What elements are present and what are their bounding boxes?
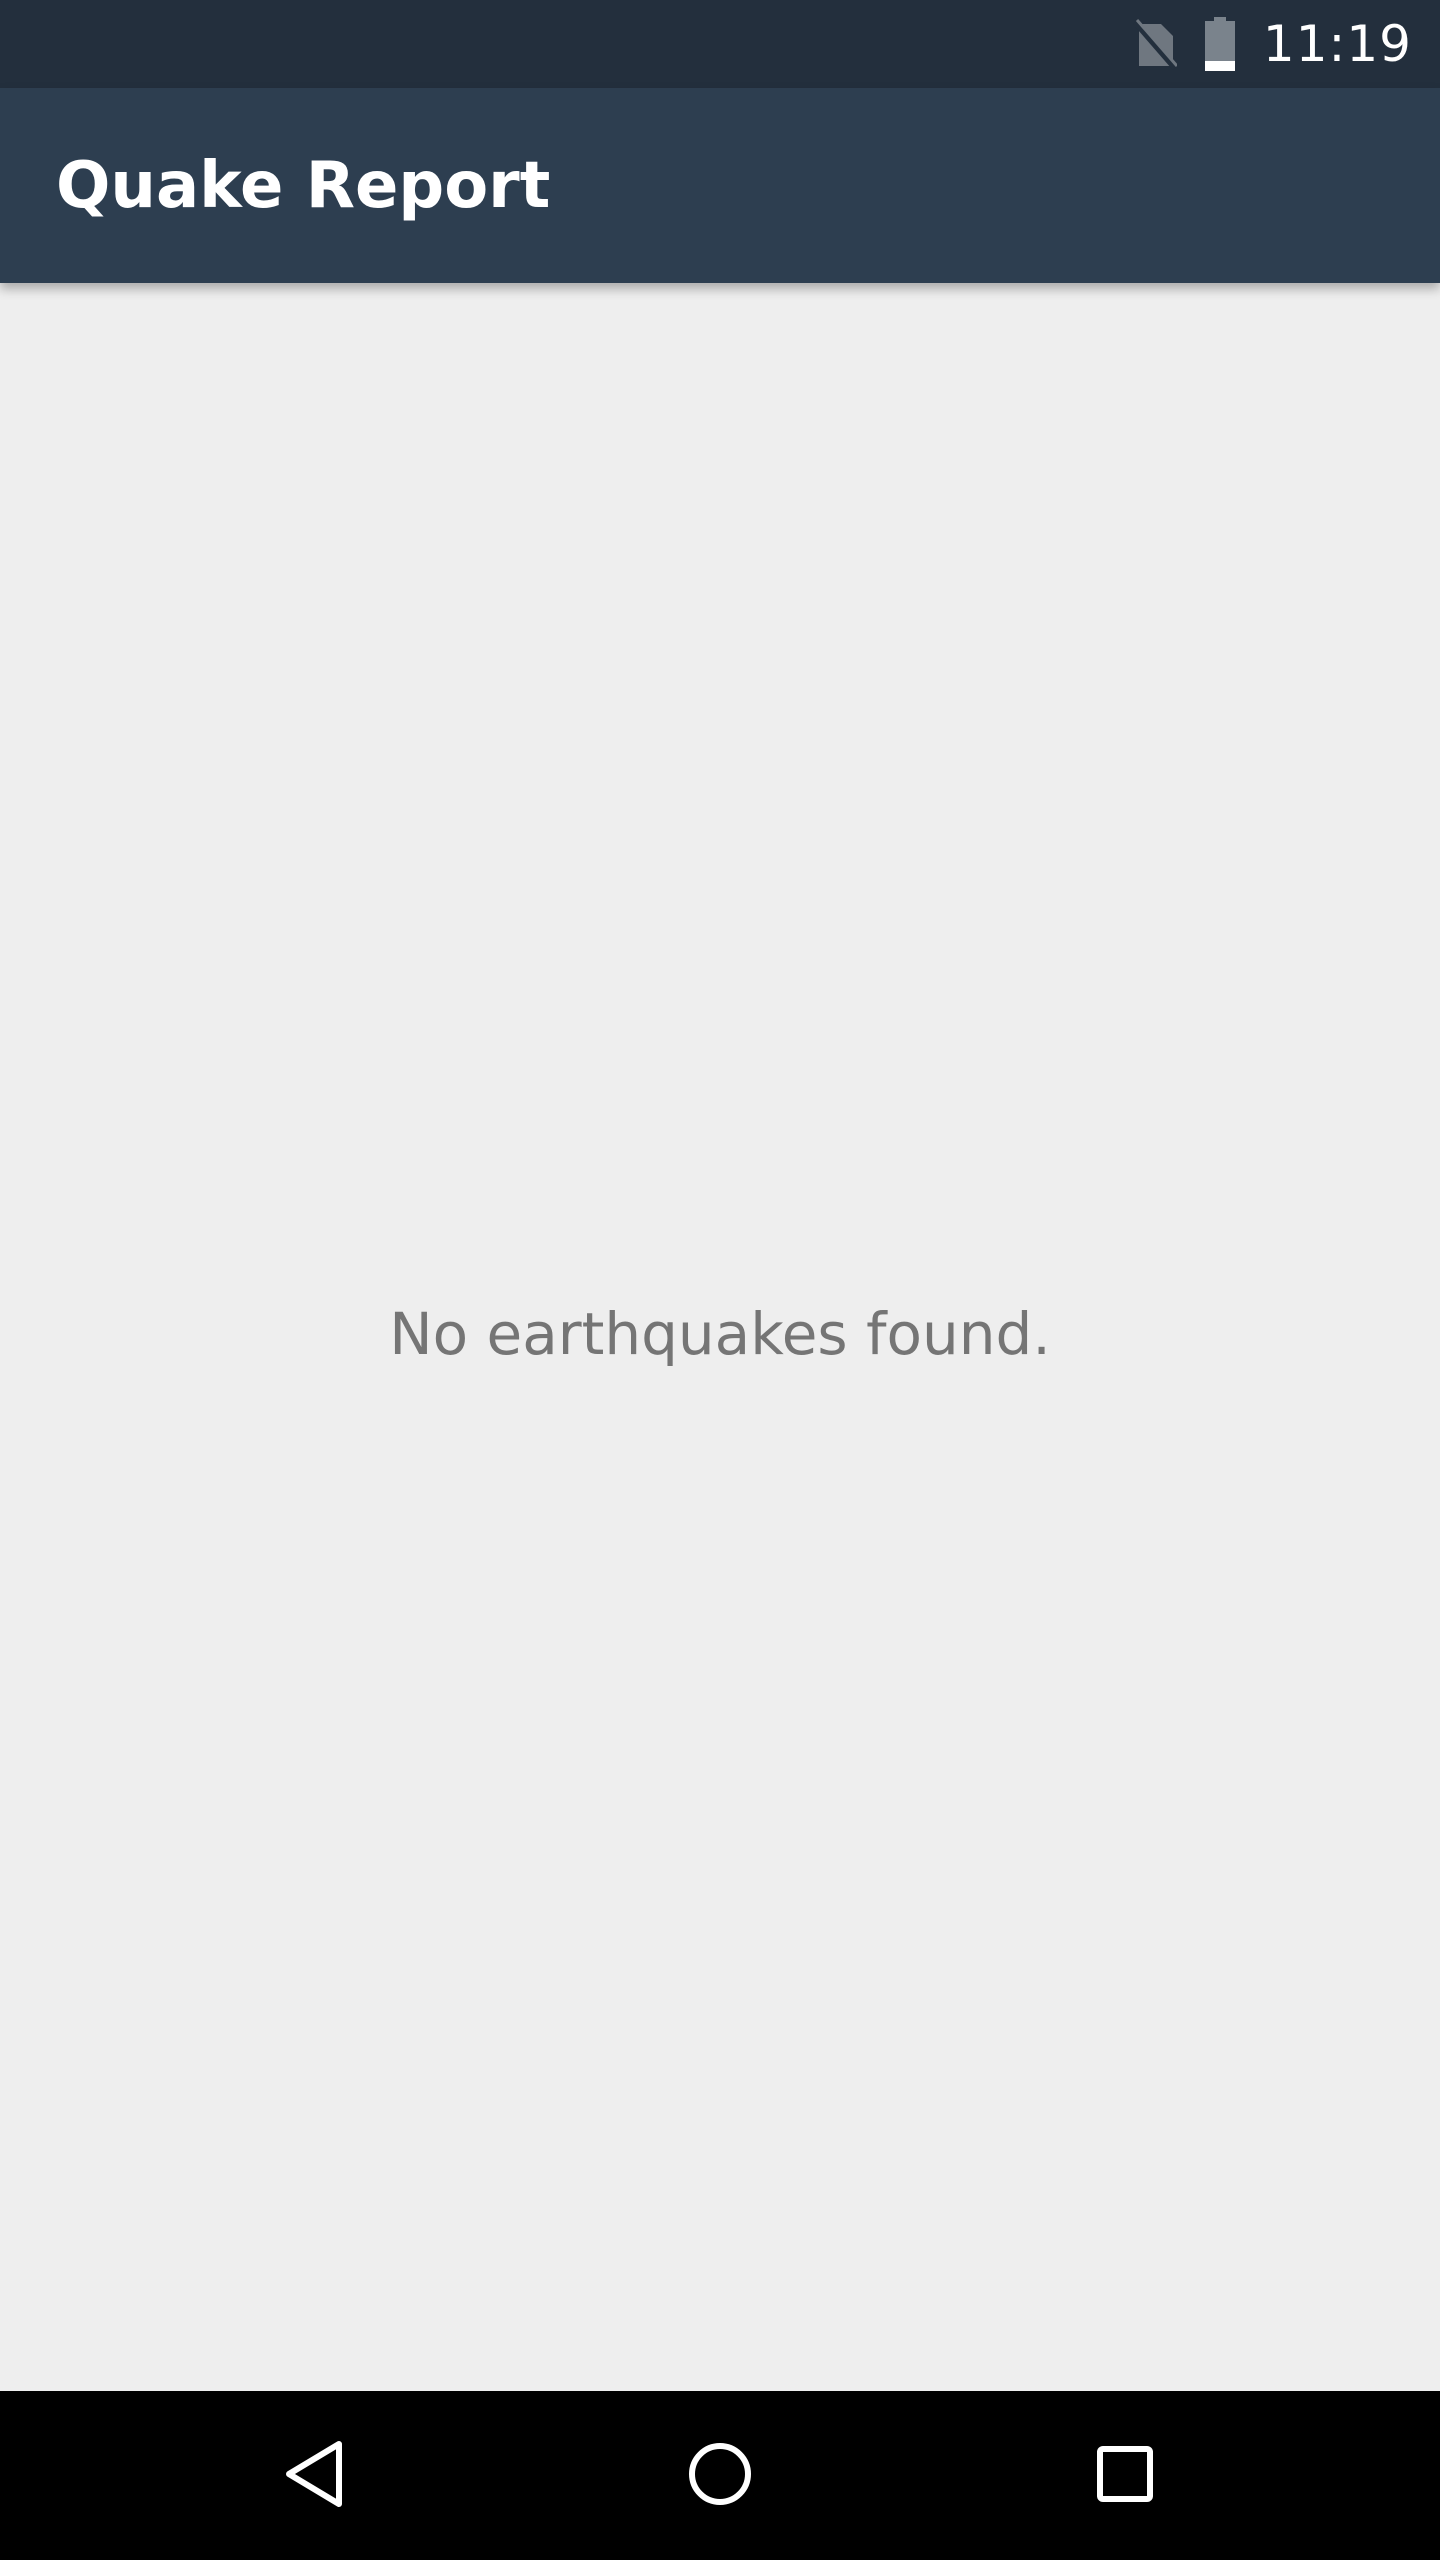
empty-state-text: No earthquakes found.	[389, 1300, 1051, 1368]
screen: 11:19 Quake Report No earthquakes found.	[0, 0, 1440, 2560]
app-title: Quake Report	[56, 148, 551, 223]
status-time: 11:19	[1262, 15, 1412, 73]
battery-icon	[1203, 17, 1237, 71]
home-icon	[687, 2441, 753, 2511]
navigation-bar	[0, 2391, 1440, 2560]
recents-button[interactable]	[1025, 2391, 1225, 2560]
app-bar: Quake Report	[0, 88, 1440, 283]
back-icon	[283, 2439, 347, 2513]
status-bar: 11:19	[0, 0, 1440, 88]
home-button[interactable]	[620, 2391, 820, 2560]
recents-icon	[1095, 2444, 1155, 2508]
back-button[interactable]	[215, 2391, 415, 2560]
no-sim-icon	[1132, 18, 1177, 70]
